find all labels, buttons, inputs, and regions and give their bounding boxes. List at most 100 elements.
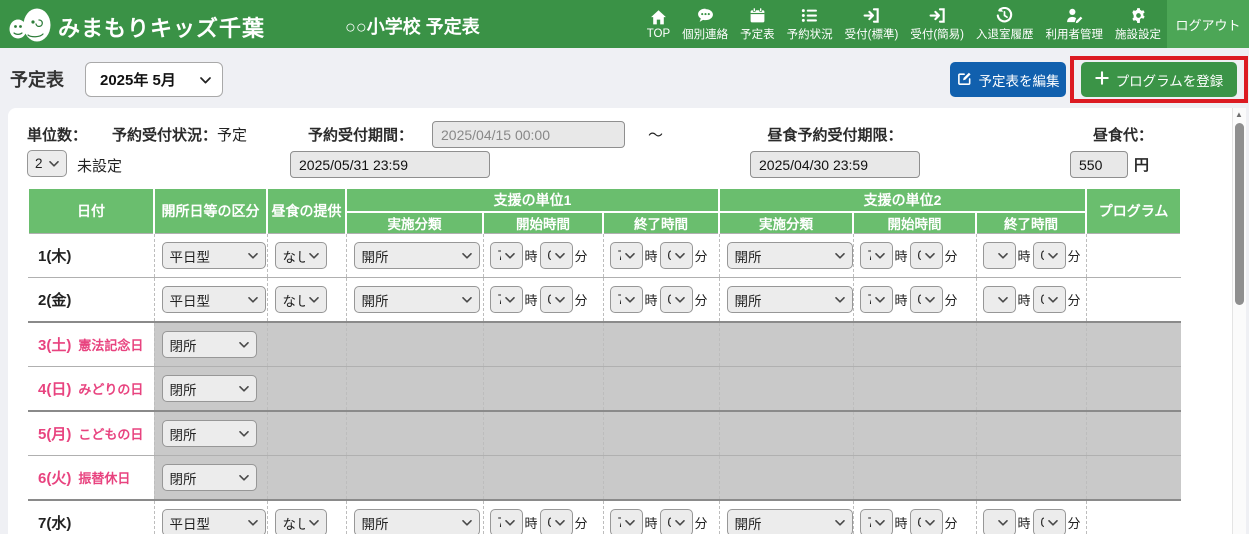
period-tilde: ～	[648, 124, 663, 145]
unit1-start-minute-select[interactable]: 0	[540, 286, 573, 313]
lunch-cell	[267, 456, 346, 501]
unit1-start-minute-select[interactable]: 0	[540, 509, 573, 534]
nav-item-3[interactable]: 予約状況	[781, 0, 839, 48]
scrollbar-up-arrow[interactable]: ▲	[1235, 110, 1243, 119]
unit1-category-select[interactable]: 開所	[354, 242, 480, 269]
edit-schedule-button[interactable]: 予定表を編集	[950, 62, 1066, 97]
unit1-category-select[interactable]: 開所	[354, 509, 480, 534]
nav-item-8[interactable]: 施設設定	[1109, 0, 1167, 48]
unit2-end-hour-select[interactable]	[983, 286, 1016, 313]
lunch-cell	[267, 322, 346, 367]
unit1-start-cell: 7時0分	[483, 234, 603, 278]
unit2-end-minute-select[interactable]: 0	[1033, 509, 1066, 534]
unit1-category-select-value: 開所	[362, 290, 458, 310]
program-cell	[1086, 322, 1181, 367]
nav-item-6[interactable]: 入退室履歴	[970, 0, 1040, 48]
scrollbar-track[interactable]: ▲	[1232, 108, 1246, 534]
day-type-select[interactable]: 閉所	[162, 464, 257, 491]
unit2-end-cell: 時0分	[976, 500, 1086, 534]
lunch-select[interactable]: なし	[275, 242, 327, 269]
nav-item-5[interactable]: 受付(簡易)	[904, 0, 970, 48]
day-type-select[interactable]: 閉所	[162, 420, 257, 447]
lunch-cell	[267, 367, 346, 412]
unit2-start-hour-select[interactable]: 7	[860, 286, 893, 313]
column-header: 昼食の提供	[267, 188, 346, 234]
column-header: プログラム	[1086, 188, 1181, 234]
day-type-select-value: 閉所	[170, 379, 235, 399]
unit1-end-minute-select[interactable]: 0	[660, 286, 693, 313]
unit2-start-cell: 7時0分	[853, 500, 976, 534]
unit1-start-minute-select[interactable]: 0	[540, 242, 573, 269]
unit1-end-hour-select[interactable]: 7	[610, 509, 643, 534]
date-cell: 2(金)	[28, 278, 154, 323]
time-suffix: 時	[525, 246, 538, 265]
unit2-category-select[interactable]: 開所	[727, 286, 853, 313]
unit2-category-select[interactable]: 開所	[727, 509, 853, 534]
day-type-select[interactable]: 平日型	[162, 509, 266, 534]
day-type-cell: 閉所	[154, 367, 267, 412]
unit2-start-hour-select[interactable]: 7	[860, 242, 893, 269]
unit2-category-cell: 開所	[719, 234, 853, 278]
nav-item-2[interactable]: 予定表	[734, 0, 781, 48]
time-suffix: 分	[695, 246, 708, 265]
unit2-end-hour-select[interactable]	[983, 242, 1016, 269]
time-suffix: 時	[895, 513, 908, 532]
program-cell	[1086, 500, 1181, 534]
month-select[interactable]: 2025年 5月	[85, 62, 223, 97]
reservation-period-from-input[interactable]: 2025/04/15 00:00	[432, 121, 625, 148]
lunch-fee-input[interactable]: 550	[1070, 151, 1128, 178]
day-type-select-value: 閉所	[170, 468, 235, 488]
unit-count-label: 単位数：	[27, 124, 87, 145]
unit1-start-hour-select[interactable]: 7	[490, 509, 523, 534]
date-cell: 4(日)みどりの日	[28, 367, 154, 412]
app-logo[interactable]: みまもりキッズ千葉	[8, 4, 265, 49]
history-icon	[996, 7, 1013, 24]
scrollbar-thumb[interactable]	[1235, 123, 1244, 305]
lunch-select[interactable]: なし	[275, 509, 327, 534]
day-type-select[interactable]: 平日型	[162, 242, 266, 269]
unit2-end-hour-select[interactable]	[983, 509, 1016, 534]
program-cell	[1086, 456, 1181, 501]
date-label: 2(金)	[38, 289, 71, 310]
unit1-end-minute-select[interactable]: 0	[660, 509, 693, 534]
reservation-period-to-input[interactable]: 2025/05/31 23:59	[290, 151, 490, 178]
unit1-category-cell	[346, 456, 483, 501]
unit1-end-hour-select[interactable]: 7	[610, 242, 643, 269]
edit-schedule-label: 予定表を編集	[979, 70, 1060, 90]
day-type-select[interactable]: 平日型	[162, 286, 266, 313]
day-type-select-value: 閉所	[170, 424, 235, 444]
unit2-end-minute-select[interactable]: 0	[1033, 242, 1066, 269]
schedule-row: 3(土)憲法記念日閉所	[28, 322, 1181, 367]
unit2-category-select[interactable]: 開所	[727, 242, 853, 269]
logout-button[interactable]: ログアウト	[1167, 0, 1249, 48]
unit-count-select[interactable]: 2	[27, 150, 67, 177]
nav-item-1[interactable]: 個別連絡	[676, 0, 734, 48]
register-program-button[interactable]: プログラムを登録	[1081, 62, 1237, 97]
page-title: 予定表	[10, 66, 64, 92]
unit1-start-hour-select[interactable]: 7	[490, 242, 523, 269]
unit1-end-hour-select[interactable]: 7	[610, 286, 643, 313]
lunch-cell: なし	[267, 234, 346, 278]
date-cell: 5(月)こどもの日	[28, 411, 154, 456]
unit2-start-minute-select[interactable]: 0	[910, 242, 943, 269]
unit2-start-hour-select[interactable]: 7	[860, 509, 893, 534]
day-type-select[interactable]: 閉所	[162, 331, 257, 358]
nav-item-7[interactable]: 利用者管理	[1040, 0, 1110, 48]
unit1-end-minute-select[interactable]: 0	[660, 242, 693, 269]
unit1-start-hour-select[interactable]: 7	[490, 286, 523, 313]
day-type-cell: 閉所	[154, 322, 267, 367]
nav-item-4[interactable]: 受付(標準)	[839, 0, 905, 48]
lunch-deadline-input[interactable]: 2025/04/30 23:59	[750, 151, 920, 178]
unit1-category-select[interactable]: 開所	[354, 286, 480, 313]
nav-item-0[interactable]: TOP	[641, 0, 676, 48]
time-suffix: 時	[525, 513, 538, 532]
day-type-select[interactable]: 閉所	[162, 375, 257, 402]
unit1-start-minute-select-value: 0	[548, 248, 551, 263]
nav-item-label: 受付(標準)	[845, 26, 899, 42]
unit2-start-minute-select[interactable]: 0	[910, 509, 943, 534]
unit2-end-minute-select[interactable]: 0	[1033, 286, 1066, 313]
lunch-select[interactable]: なし	[275, 286, 327, 313]
unit2-end-minute-select-value: 0	[1041, 292, 1044, 307]
time-suffix: 時	[645, 246, 658, 265]
unit2-start-minute-select[interactable]: 0	[910, 286, 943, 313]
